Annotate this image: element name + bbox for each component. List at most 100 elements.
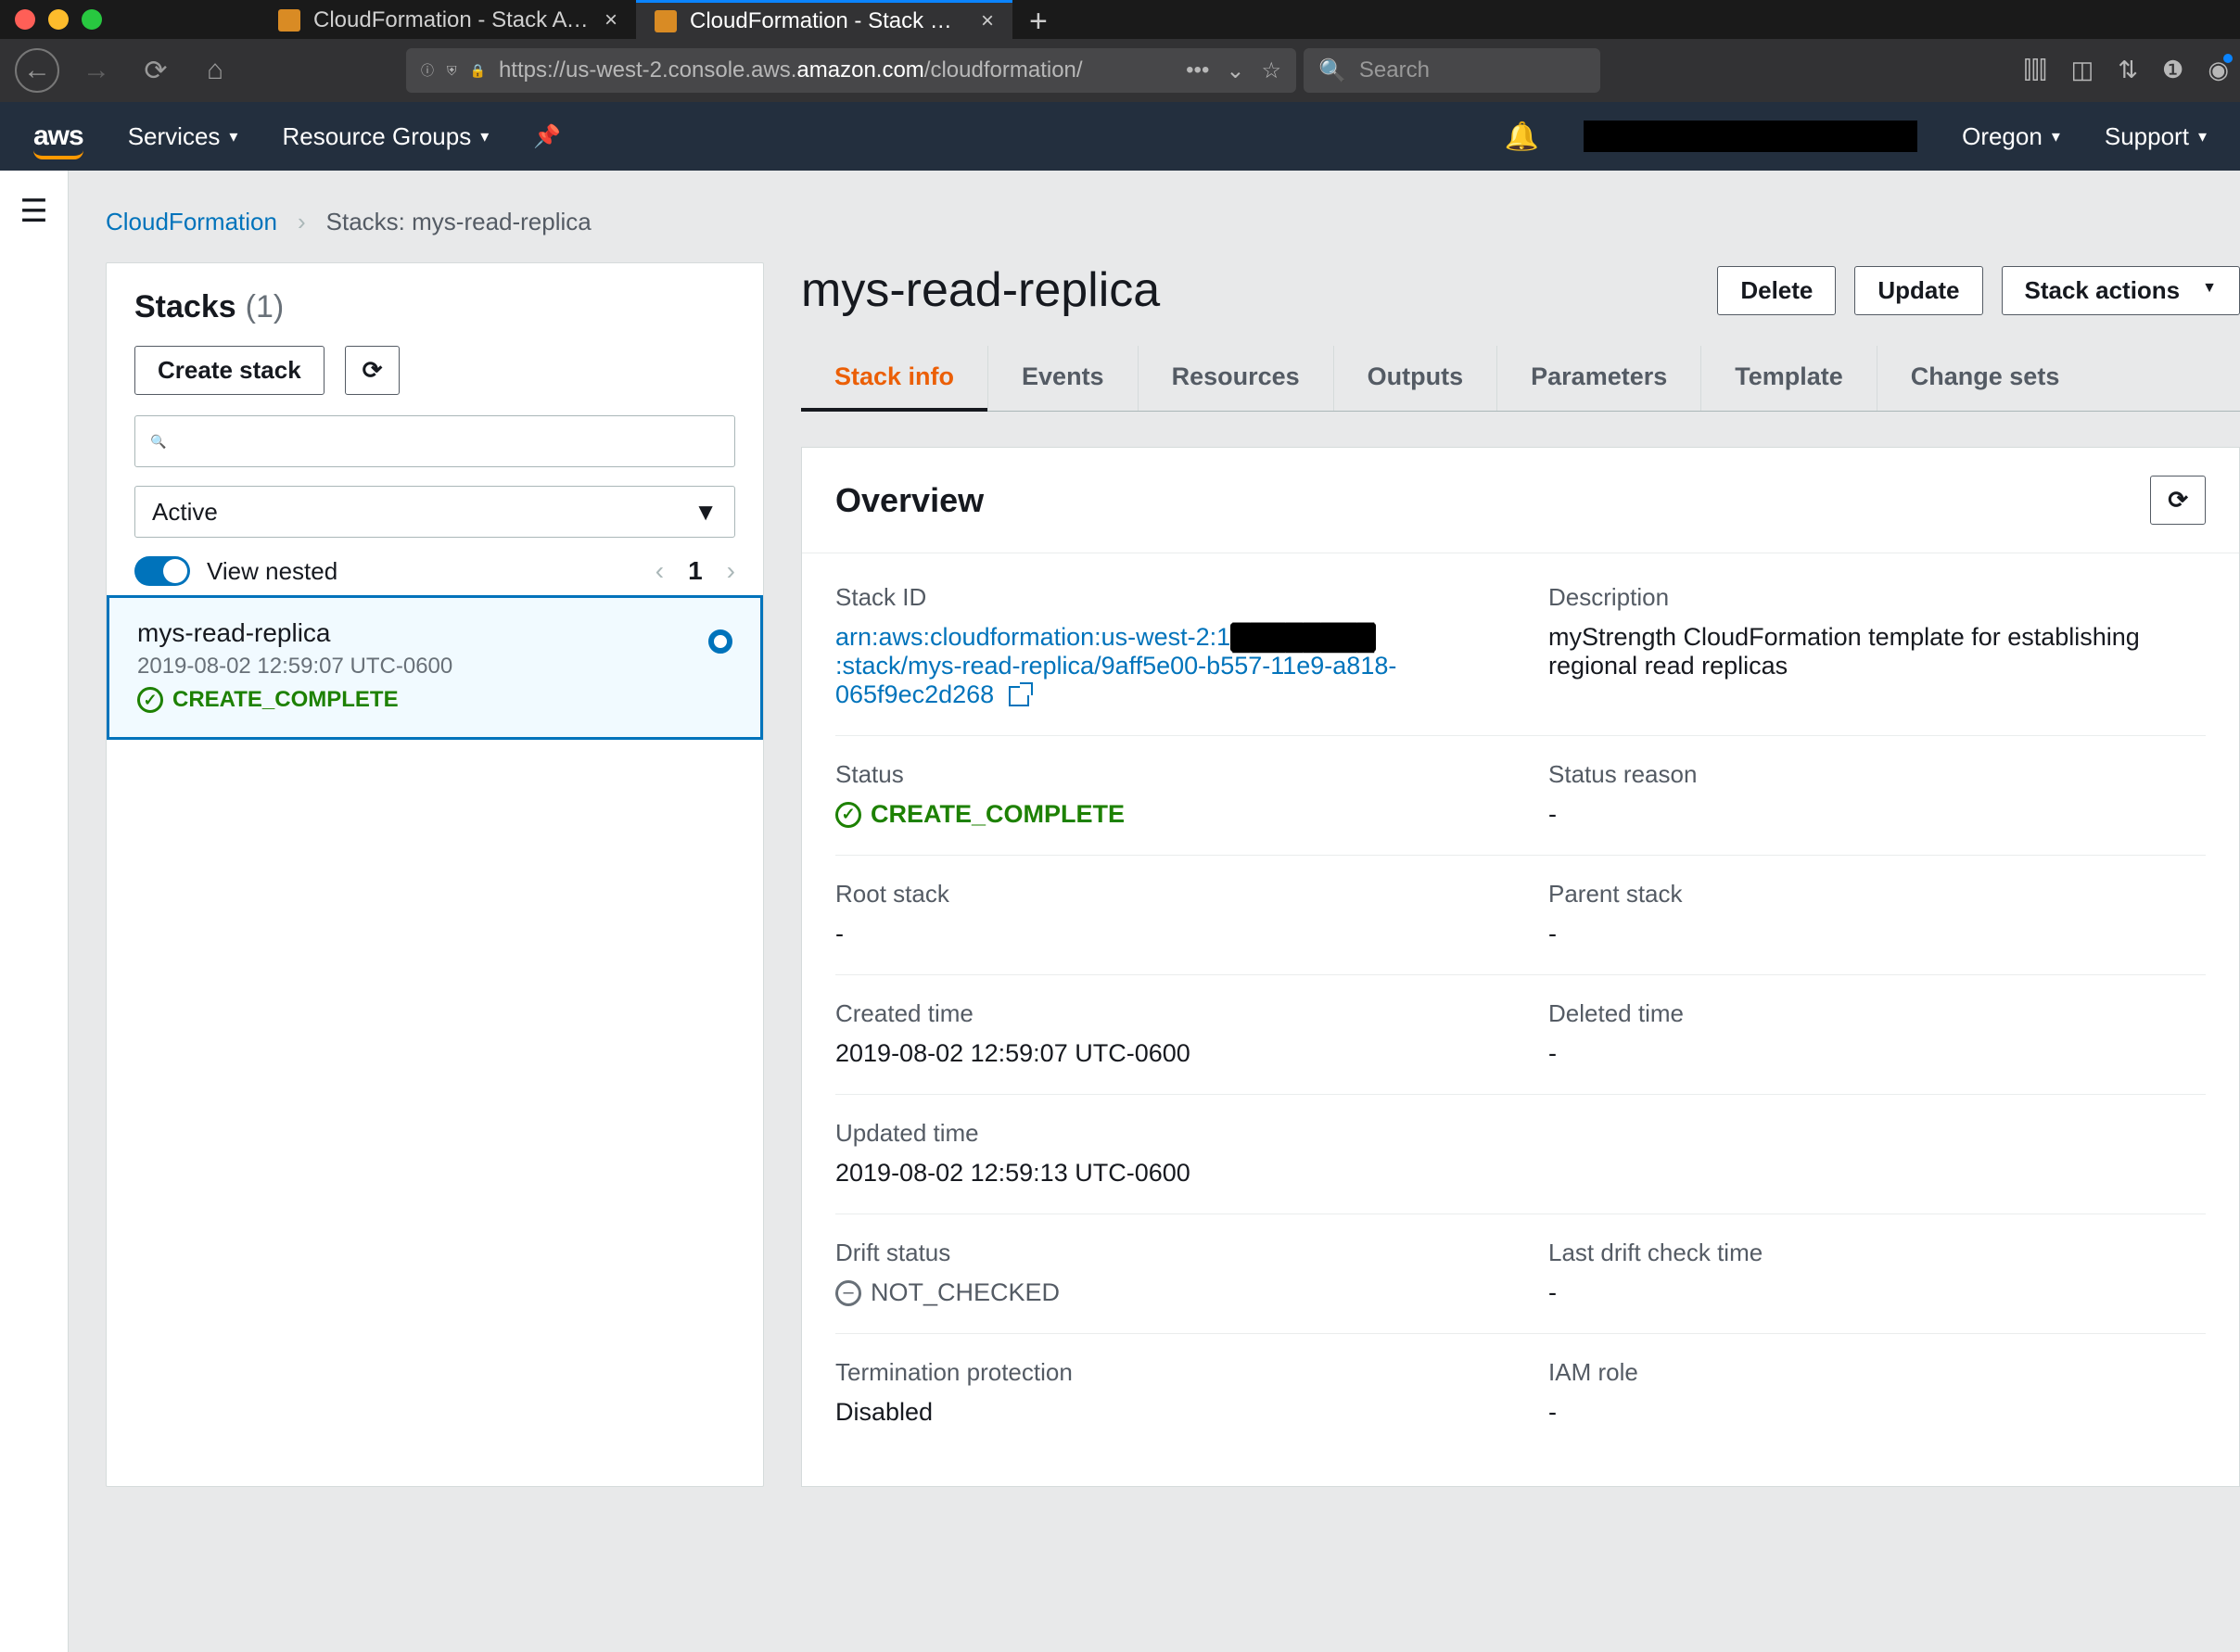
- chevron-down-icon: ▾: [2052, 127, 2060, 146]
- delete-button[interactable]: Delete: [1717, 266, 1836, 315]
- bookmark-icon[interactable]: ☆: [1261, 57, 1281, 84]
- next-page-button[interactable]: ›: [727, 556, 735, 586]
- label-deleted-time: Deleted time: [1548, 999, 2206, 1028]
- tab-stack-info[interactable]: Stack info: [801, 346, 987, 412]
- breadcrumb-root[interactable]: CloudFormation: [106, 208, 277, 236]
- stack-actions-button[interactable]: Stack actions: [2002, 266, 2240, 315]
- more-icon[interactable]: •••: [1186, 57, 1209, 84]
- value-stack-id[interactable]: arn:aws:cloudformation:us-west-2:1██████…: [835, 623, 1493, 709]
- forward-button[interactable]: →: [70, 44, 122, 96]
- profile-icon[interactable]: ◉: [2208, 56, 2229, 85]
- check-icon: ✓: [835, 802, 861, 828]
- shield-icon[interactable]: ⛨: [447, 63, 457, 79]
- back-button[interactable]: ←: [11, 44, 63, 96]
- value-parent-stack: -: [1548, 920, 2206, 948]
- prev-page-button[interactable]: ‹: [655, 556, 664, 586]
- home-button[interactable]: ⌂: [189, 44, 241, 96]
- tab-template[interactable]: Template: [1700, 346, 1877, 411]
- sync-icon[interactable]: ⇅: [2118, 56, 2138, 85]
- address-bar[interactable]: ⓘ ⛨ 🔒 https://us-west-2.console.aws.amaz…: [406, 48, 1296, 93]
- value-drift-time: -: [1548, 1278, 2206, 1307]
- nav-resource-groups[interactable]: Resource Groups ▾: [282, 122, 489, 151]
- pocket-icon[interactable]: ⌄: [1226, 57, 1244, 84]
- value-termination: Disabled: [835, 1398, 1493, 1427]
- redacted-account-id: ████████: [1230, 623, 1376, 652]
- side-rail: ☰: [0, 171, 69, 1652]
- window-zoom-icon[interactable]: [82, 9, 102, 30]
- close-icon[interactable]: ×: [981, 8, 994, 34]
- refresh-icon: ⟳: [363, 356, 383, 385]
- radio-selected-icon[interactable]: [708, 629, 732, 654]
- app-shell: ☰ CloudFormation › Stacks: mys-read-repl…: [0, 171, 2240, 1652]
- new-tab-button[interactable]: +: [1012, 0, 1064, 39]
- stack-item-status: ✓ CREATE_COMPLETE: [137, 687, 732, 713]
- window-close-icon[interactable]: [15, 9, 35, 30]
- stacks-heading: Stacks (1): [134, 289, 735, 325]
- update-button[interactable]: Update: [1854, 266, 1982, 315]
- stack-header: mys-read-replica Delete Update Stack act…: [801, 262, 2240, 318]
- account-redacted[interactable]: [1584, 121, 1917, 152]
- view-nested-toggle[interactable]: [134, 556, 190, 586]
- sidebar-icon[interactable]: ◫: [2071, 56, 2094, 85]
- browser-tab-active[interactable]: CloudFormation - Stack mys-re ×: [636, 0, 1012, 39]
- stacks-count: (1): [246, 289, 285, 325]
- stack-filter-select[interactable]: Active ▼: [134, 486, 735, 538]
- stack-item-status-label: CREATE_COMPLETE: [172, 687, 399, 713]
- url-text: https://us-west-2.console.aws.amazon.com…: [499, 57, 1083, 83]
- search-icon: 🔍: [1318, 57, 1346, 84]
- hamburger-icon[interactable]: ☰: [19, 193, 47, 1652]
- overview-refresh-button[interactable]: ⟳: [2150, 476, 2206, 525]
- value-updated-time: 2019-08-02 12:59:13 UTC-0600: [835, 1159, 1493, 1188]
- tab-change-sets[interactable]: Change sets: [1877, 346, 2094, 411]
- label-status: Status: [835, 760, 1493, 789]
- chevron-down-icon: ▾: [2198, 127, 2207, 146]
- stack-item-name: mys-read-replica: [137, 618, 732, 648]
- nav-resource-groups-label: Resource Groups: [282, 122, 471, 151]
- reload-button[interactable]: ⟳: [130, 44, 182, 96]
- filter-value: Active: [152, 498, 218, 527]
- tab-events[interactable]: Events: [987, 346, 1138, 411]
- stacks-panel: Stacks (1) Create stack ⟳ 🔍 Active ▼: [106, 262, 764, 1487]
- overview-title: Overview: [835, 481, 984, 520]
- label-drift-time: Last drift check time: [1548, 1239, 2206, 1267]
- stack-search-input[interactable]: 🔍: [134, 415, 735, 467]
- label-stack-id: Stack ID: [835, 583, 1493, 612]
- lock-icon: 🔒: [470, 63, 486, 79]
- library-icon[interactable]: ⫿⫿⫿: [2024, 56, 2047, 85]
- label-created-time: Created time: [835, 999, 1493, 1028]
- value-status-reason: -: [1548, 800, 2206, 829]
- nav-services-label: Services: [128, 122, 221, 151]
- browser-titlebar: CloudFormation - Stack AWSC × CloudForma…: [0, 0, 2240, 39]
- breadcrumb-current: Stacks: mys-read-replica: [326, 208, 592, 236]
- bell-icon[interactable]: 🔔: [1505, 121, 1539, 153]
- search-icon: 🔍: [150, 434, 166, 450]
- info-icon[interactable]: ⓘ: [421, 61, 434, 80]
- tab-parameters[interactable]: Parameters: [1496, 346, 1700, 411]
- tab-title: CloudFormation - Stack AWSC: [313, 7, 592, 33]
- aws-logo[interactable]: aws: [33, 121, 83, 152]
- refresh-button[interactable]: ⟳: [345, 346, 401, 395]
- create-stack-button[interactable]: Create stack: [134, 346, 325, 395]
- page-title: mys-read-replica: [801, 262, 1160, 318]
- close-icon[interactable]: ×: [605, 7, 617, 33]
- tab-outputs[interactable]: Outputs: [1333, 346, 1496, 411]
- detail-tabs: Stack info Events Resources Outputs Para…: [801, 346, 2240, 412]
- browser-tab-inactive[interactable]: CloudFormation - Stack AWSC ×: [260, 0, 636, 39]
- stack-list-item[interactable]: mys-read-replica 2019-08-02 12:59:07 UTC…: [107, 595, 763, 740]
- pin-icon[interactable]: 📌: [533, 123, 561, 150]
- value-description: myStrength CloudFormation template for e…: [1548, 623, 2206, 680]
- browser-search[interactable]: 🔍 Search: [1304, 48, 1600, 93]
- window-minimize-icon[interactable]: [48, 9, 69, 30]
- nav-services[interactable]: Services ▾: [128, 122, 238, 151]
- region-selector[interactable]: Oregon ▾: [1962, 122, 2060, 151]
- stack-item-time: 2019-08-02 12:59:07 UTC-0600: [137, 654, 732, 680]
- external-link-icon[interactable]: [1009, 686, 1029, 706]
- support-menu[interactable]: Support ▾: [2105, 122, 2207, 151]
- tab-resources[interactable]: Resources: [1138, 346, 1333, 411]
- browser-toolbar: ← → ⟳ ⌂ ⓘ ⛨ 🔒 https://us-west-2.console.…: [0, 39, 2240, 102]
- page-number: 1: [688, 556, 703, 586]
- label-drift-status: Drift status: [835, 1239, 1493, 1267]
- overview-card: Overview ⟳ Stack ID arn:aws:cloudformati…: [801, 447, 2240, 1487]
- alert-icon[interactable]: ❶: [2162, 56, 2183, 85]
- label-iam-role: IAM role: [1548, 1358, 2206, 1387]
